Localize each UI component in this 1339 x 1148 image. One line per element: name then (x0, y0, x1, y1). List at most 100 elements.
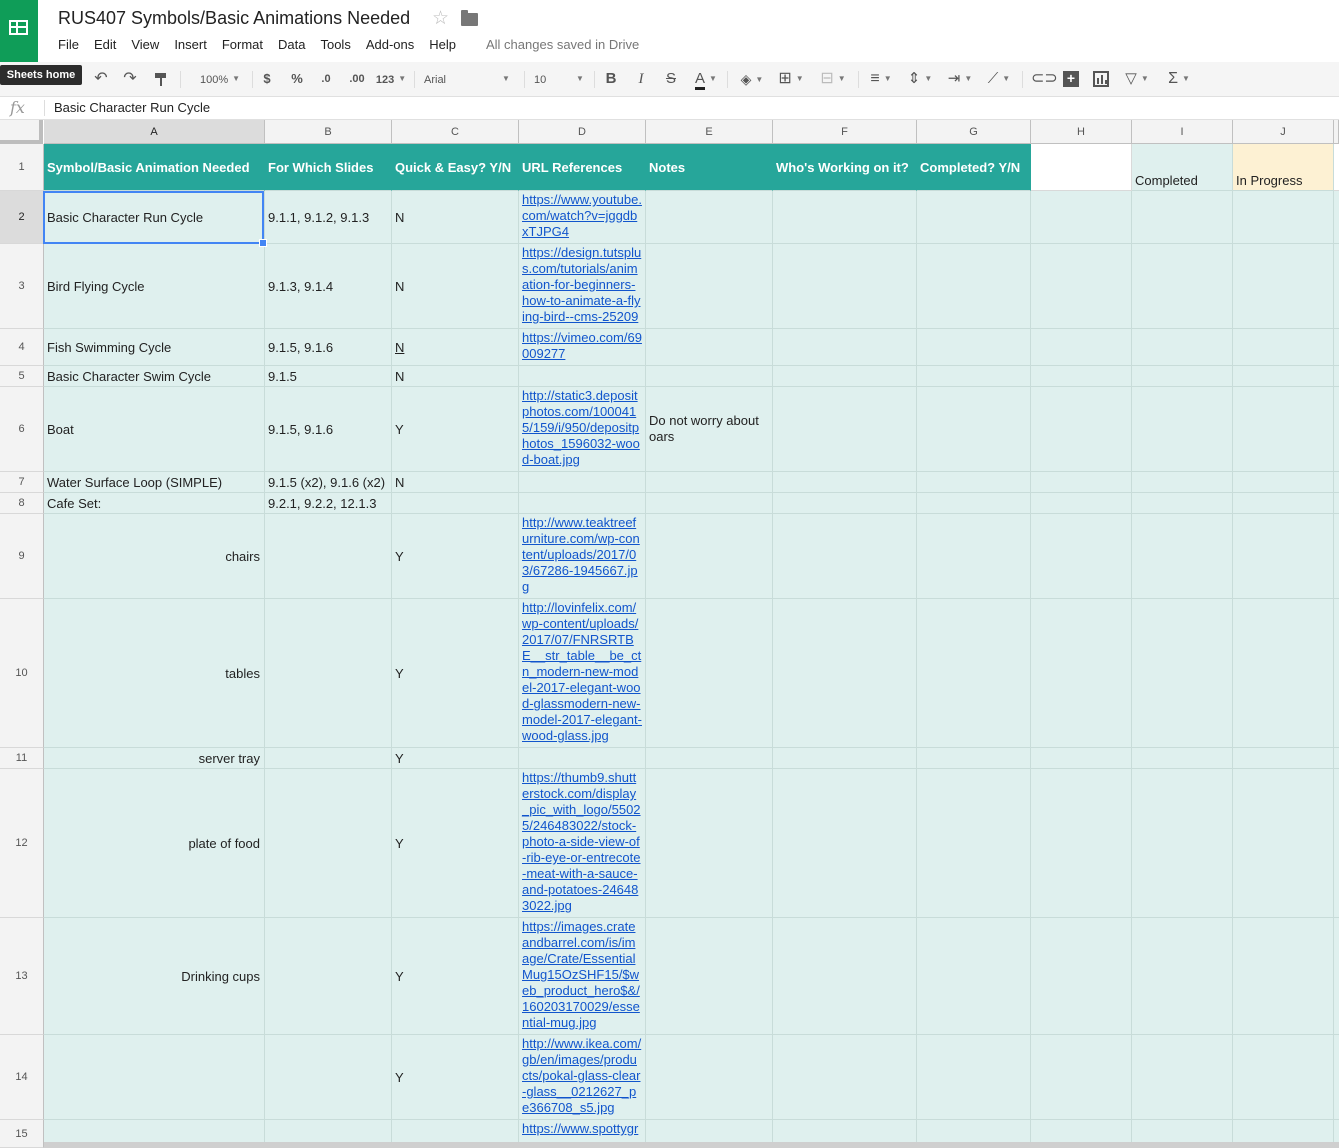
cell-f-11[interactable] (773, 748, 917, 769)
cell-e-10[interactable] (646, 599, 773, 748)
cell-a-12[interactable]: plate of food (44, 769, 265, 918)
cell-d-8[interactable] (519, 493, 646, 514)
cell-i-14[interactable] (1132, 1035, 1233, 1120)
cell-x-9[interactable] (1334, 514, 1339, 599)
cell-g-7[interactable] (917, 472, 1031, 493)
menu-tools[interactable]: Tools (320, 37, 350, 55)
cell-g-10[interactable] (917, 599, 1031, 748)
row-header-9[interactable]: 9 (0, 514, 44, 599)
italic-button[interactable]: I (633, 62, 649, 96)
row-header-3[interactable]: 3 (0, 244, 44, 329)
menu-view[interactable]: View (131, 37, 159, 55)
url-link[interactable]: https://vimeo.com/69009277 (522, 330, 642, 362)
formula-input[interactable]: Basic Character Run Cycle (54, 100, 210, 115)
functions-button[interactable]: Σ ▼ (1164, 62, 1194, 96)
insert-comment-icon[interactable]: + (1063, 70, 1079, 87)
cell-f-10[interactable] (773, 599, 917, 748)
row-header-11[interactable]: 11 (0, 748, 44, 769)
cell-g-11[interactable] (917, 748, 1031, 769)
cell-e-2[interactable] (646, 191, 773, 244)
cell-b-9[interactable] (265, 514, 392, 599)
cell-i-11[interactable] (1132, 748, 1233, 769)
column-header-b[interactable]: B (265, 120, 392, 144)
cell-d-5[interactable] (519, 366, 646, 387)
url-link[interactable]: https://thumb9.shutterstock.com/display_… (522, 770, 642, 914)
cell-i-6[interactable] (1132, 387, 1233, 472)
cell-a-6[interactable]: Boat (44, 387, 265, 472)
insert-link-icon[interactable]: ⊂⊃ (1031, 62, 1058, 96)
cell-a-14[interactable] (44, 1035, 265, 1120)
cell-c-8[interactable] (392, 493, 519, 514)
cell-x-10[interactable] (1334, 599, 1339, 748)
row-header-15[interactable]: 15 (0, 1120, 44, 1148)
cell-e-6[interactable]: Do not worry about oars (646, 387, 773, 472)
cell-x-4[interactable] (1334, 329, 1339, 366)
cell-h-8[interactable] (1031, 493, 1132, 514)
header-cell-b[interactable]: For Which Slides (265, 144, 392, 191)
menu-data[interactable]: Data (278, 37, 305, 55)
cell-a-11[interactable]: server tray (44, 748, 265, 769)
column-header-i[interactable]: I (1132, 120, 1233, 144)
cell-x-6[interactable] (1334, 387, 1339, 472)
merge-cells-icon[interactable]: ⊟ ▼ (816, 62, 850, 96)
cell-i-9[interactable] (1132, 514, 1233, 599)
cell-f-6[interactable] (773, 387, 917, 472)
cell-x-11[interactable] (1334, 748, 1339, 769)
cell-g-9[interactable] (917, 514, 1031, 599)
menu-help[interactable]: Help (429, 37, 456, 55)
cell-g-3[interactable] (917, 244, 1031, 329)
cell-c-11[interactable]: Y (392, 748, 519, 769)
cell-g-5[interactable] (917, 366, 1031, 387)
cell-i-3[interactable] (1132, 244, 1233, 329)
horizontal-scrollbar[interactable] (44, 1142, 1339, 1148)
cell-e-13[interactable] (646, 918, 773, 1035)
url-link[interactable]: https://www.youtube.com/watch?v=jggdbxTJ… (522, 192, 642, 240)
cell-b-14[interactable] (265, 1035, 392, 1120)
cell-d-13[interactable]: https://images.crateandbarrel.com/is/ima… (519, 918, 646, 1035)
cell-j-4[interactable] (1233, 329, 1334, 366)
save-status[interactable]: All changes saved in Drive (486, 37, 639, 52)
cell-h-13[interactable] (1031, 918, 1132, 1035)
vertical-align-icon[interactable]: ⇕ ▼ (905, 62, 935, 96)
decrease-decimal-button[interactable]: .0 (316, 62, 336, 96)
cell-a-4[interactable]: Fish Swimming Cycle (44, 329, 265, 366)
row-header-4[interactable]: 4 (0, 329, 44, 366)
percent-format-button[interactable]: % (289, 62, 305, 96)
cell-b-12[interactable] (265, 769, 392, 918)
cell-d-9[interactable]: http://www.teaktreefurniture.com/wp-cont… (519, 514, 646, 599)
menu-format[interactable]: Format (222, 37, 263, 55)
cell-g-14[interactable] (917, 1035, 1031, 1120)
cell-e-4[interactable] (646, 329, 773, 366)
cell-b-2[interactable]: 9.1.1, 9.1.2, 9.1.3 (265, 191, 392, 244)
bold-button[interactable]: B (603, 62, 619, 96)
horizontal-align-icon[interactable]: ≡ ▼ (866, 62, 896, 96)
cell-c-5[interactable]: N (392, 366, 519, 387)
cell-f-7[interactable] (773, 472, 917, 493)
cell-j-14[interactable] (1233, 1035, 1334, 1120)
url-link[interactable]: http://static3.depositphotos.com/1000415… (522, 388, 642, 468)
cell-j-5[interactable] (1233, 366, 1334, 387)
increase-decimal-button[interactable]: .00 (345, 62, 369, 96)
cell-e-9[interactable] (646, 514, 773, 599)
cell-f-13[interactable] (773, 918, 917, 1035)
column-header-a[interactable]: A (44, 120, 265, 144)
cell-b-11[interactable] (265, 748, 392, 769)
row-header-2[interactable]: 2 (0, 191, 44, 244)
cell-f-3[interactable] (773, 244, 917, 329)
more-formats-button[interactable]: 123 ▼ (374, 62, 408, 96)
cell-g-8[interactable] (917, 493, 1031, 514)
cell-b-13[interactable] (265, 918, 392, 1035)
cell-i-7[interactable] (1132, 472, 1233, 493)
cell-h-12[interactable] (1031, 769, 1132, 918)
cell-b-7[interactable]: 9.1.5 (x2), 9.1.6 (x2) (265, 472, 392, 493)
cell-h-2[interactable] (1031, 191, 1132, 244)
column-header-c[interactable]: C (392, 120, 519, 144)
cell-g-12[interactable] (917, 769, 1031, 918)
cell-i-2[interactable] (1132, 191, 1233, 244)
cell-d-4[interactable]: https://vimeo.com/69009277 (519, 329, 646, 366)
cell-g-13[interactable] (917, 918, 1031, 1035)
cell-j-13[interactable] (1233, 918, 1334, 1035)
header-cell-f[interactable]: Who's Working on it? (773, 144, 917, 191)
cell-j-11[interactable] (1233, 748, 1334, 769)
cell-f-5[interactable] (773, 366, 917, 387)
